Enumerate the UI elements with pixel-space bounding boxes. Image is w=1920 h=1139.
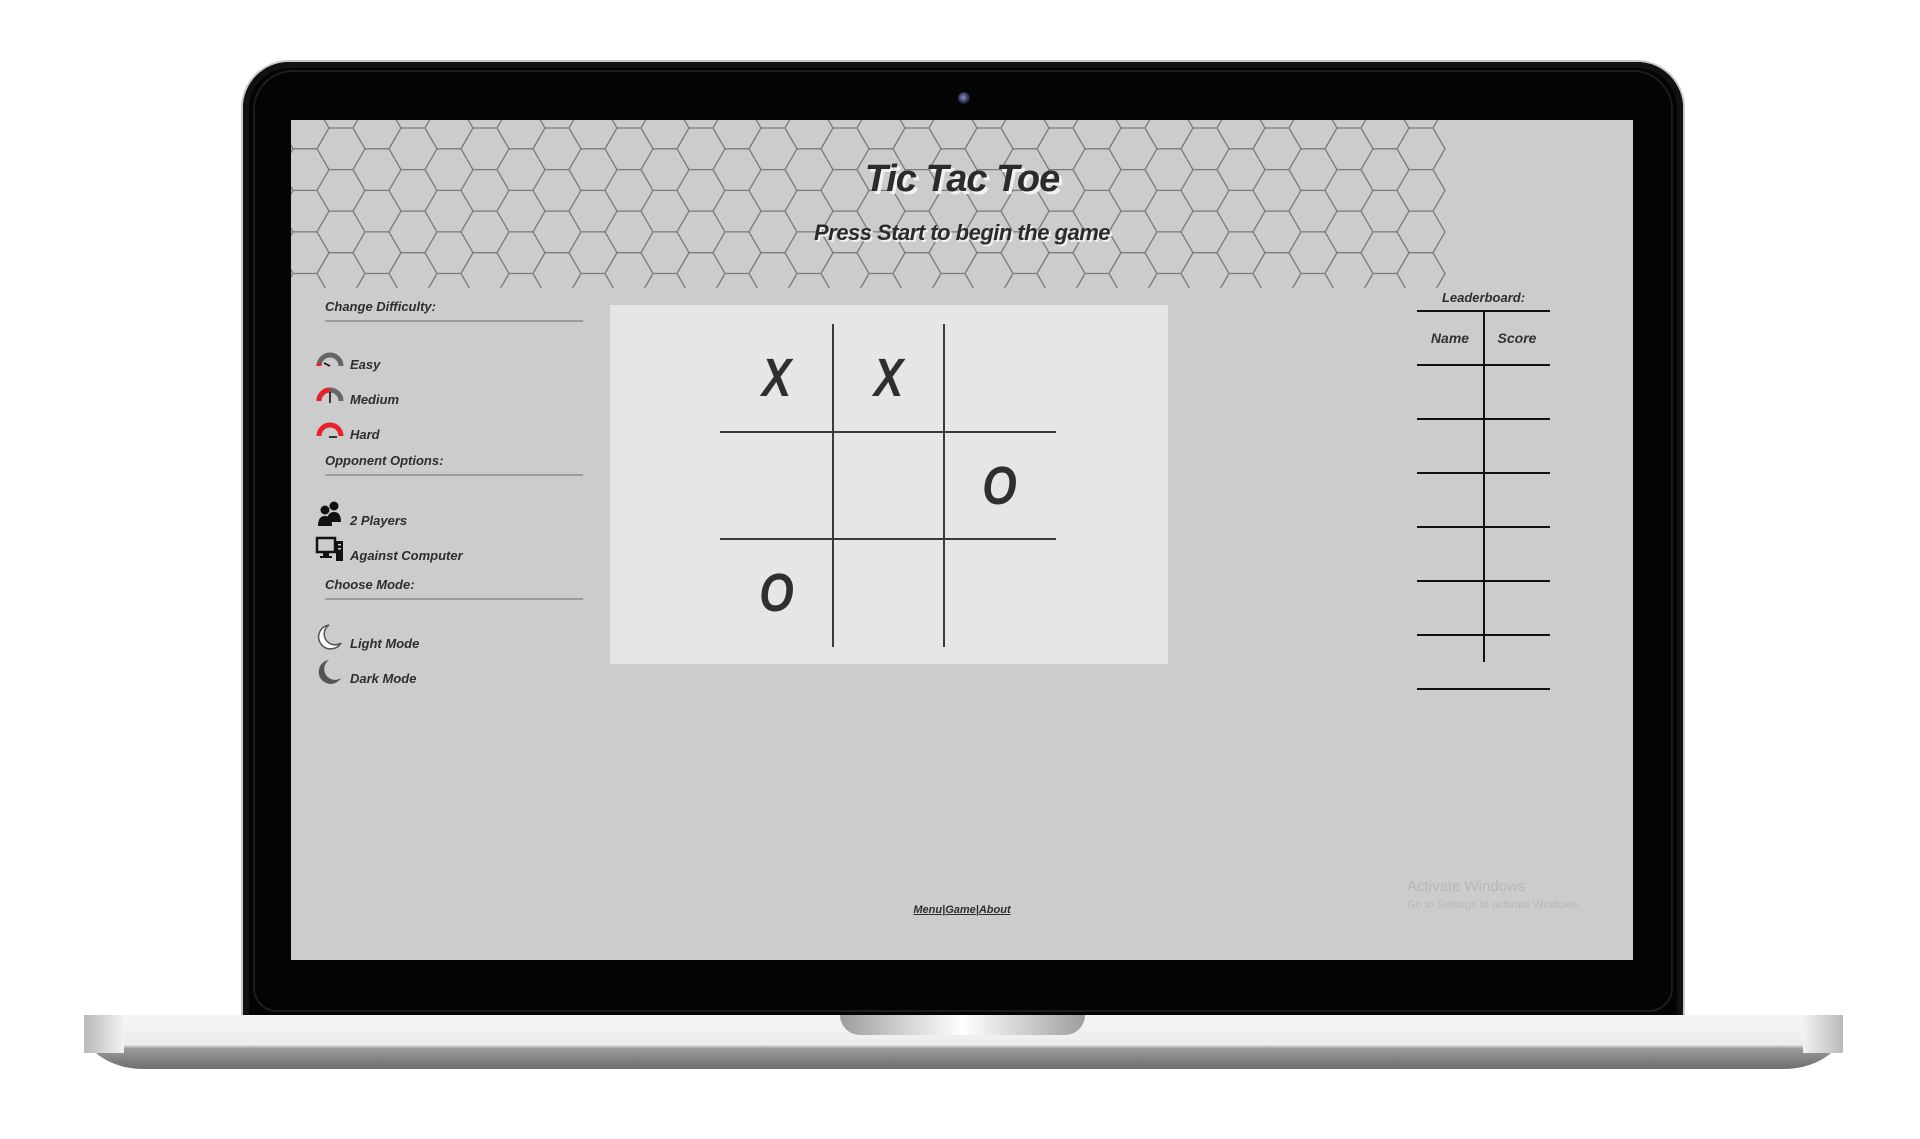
difficulty-medium-label: Medium xyxy=(350,392,400,407)
leaderboard-cell-score xyxy=(1484,366,1550,418)
laptop-hinge-notch xyxy=(840,1015,1085,1035)
page-title: Tic Tac Toe xyxy=(864,158,1061,200)
leaderboard-cell-score xyxy=(1484,528,1550,580)
board-cell-5[interactable] xyxy=(843,432,934,539)
two-users-icon xyxy=(318,501,341,526)
watermark-line-2: Go to Settings to activate Windows. xyxy=(1407,899,1581,911)
grid-line-vertical xyxy=(943,324,945,647)
leaderboard-cell-score xyxy=(1484,420,1550,472)
grid-line-vertical xyxy=(832,324,834,647)
against-computer-label: Against Computer xyxy=(350,548,463,563)
opponent-two-players-option[interactable]: 2 Players xyxy=(315,500,575,530)
divider xyxy=(325,474,583,476)
opponent-heading: Opponent Options: xyxy=(325,453,444,468)
hexagon-grid xyxy=(291,120,1446,288)
leaderboard-cell-score xyxy=(1484,636,1550,688)
board-cell-3[interactable] xyxy=(954,324,1045,431)
leaderboard-cell-name xyxy=(1417,528,1483,580)
difficulty-heading: Change Difficulty: xyxy=(325,299,436,314)
footer-link-menu[interactable]: Menu xyxy=(913,904,942,916)
board-cell-8[interactable] xyxy=(843,539,934,646)
board-cell-4[interactable] xyxy=(731,432,822,539)
windows-activation-watermark: Activate Windows Go to Settings to activ… xyxy=(1407,878,1581,911)
laptop-base-edge xyxy=(1803,1015,1843,1053)
leaderboard-header-name: Name xyxy=(1430,330,1470,346)
dark-mode-label: Dark Mode xyxy=(350,671,417,686)
moon-dark-icon xyxy=(318,660,341,684)
leaderboard-cell-name xyxy=(1417,366,1483,418)
leaderboard-row-rule xyxy=(1417,688,1550,690)
laptop-base-edge xyxy=(84,1015,124,1053)
gauge-low-icon xyxy=(316,352,344,367)
board-cell-9[interactable] xyxy=(954,539,1045,646)
app-screen: Tic Tac Toe Press Start to begin the gam… xyxy=(291,120,1633,960)
status-message: Press Start to begin the game xyxy=(813,220,1111,245)
board-cell-1[interactable]: X xyxy=(731,324,822,431)
mode-heading: Choose Mode: xyxy=(325,577,415,592)
desktop-computer-icon xyxy=(315,536,343,561)
leaderboard-cell-score xyxy=(1484,582,1550,634)
two-players-label: 2 Players xyxy=(350,513,408,528)
difficulty-hard-label: Hard xyxy=(350,427,380,442)
leaderboard-cell-score xyxy=(1484,474,1550,526)
divider xyxy=(325,598,583,600)
footer-link-game[interactable]: Game xyxy=(945,904,976,916)
footer-link-about[interactable]: About xyxy=(979,904,1011,916)
difficulty-medium-option[interactable]: Medium xyxy=(315,379,575,409)
leaderboard-cell-name xyxy=(1417,636,1483,688)
moon-light-icon xyxy=(317,624,342,650)
leaderboard-title: Leaderboard: xyxy=(1441,290,1526,305)
light-mode-label: Light Mode xyxy=(350,636,420,651)
difficulty-easy-option[interactable]: Easy xyxy=(315,344,575,374)
board-cell-7[interactable]: O xyxy=(731,539,822,646)
difficulty-easy-label: Easy xyxy=(350,357,381,372)
leaderboard-cell-name xyxy=(1417,582,1483,634)
watermark-line-1: Activate Windows xyxy=(1407,878,1526,895)
board-cell-6[interactable]: O xyxy=(954,432,1045,539)
light-mode-option[interactable]: Light Mode xyxy=(315,623,575,653)
game-board: X X O O xyxy=(610,305,1168,664)
gauge-high-icon xyxy=(316,422,344,438)
leaderboard-cell-name xyxy=(1417,420,1483,472)
gauge-medium-icon xyxy=(316,387,344,403)
divider xyxy=(325,320,583,322)
board-cell-2[interactable]: X xyxy=(843,324,934,431)
opponent-computer-option[interactable]: Against Computer xyxy=(315,535,575,565)
leaderboard-header-score: Score xyxy=(1497,330,1537,346)
webcam xyxy=(958,92,970,104)
difficulty-hard-option[interactable]: Hard xyxy=(315,414,575,444)
hexagon-pattern-header xyxy=(291,120,1446,288)
leaderboard-cell-name xyxy=(1417,474,1483,526)
dark-mode-option[interactable]: Dark Mode xyxy=(315,658,575,688)
